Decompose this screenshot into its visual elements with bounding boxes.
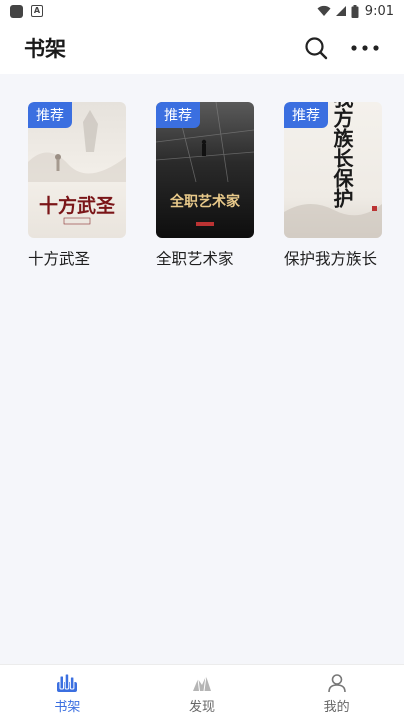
bookshelf-icon [57, 673, 78, 692]
book-title: 全职艺术家 [156, 250, 234, 268]
book-cover[interactable]: 我方族长保护 推荐 [284, 102, 382, 238]
nav-profile[interactable]: 我的 [269, 665, 404, 720]
status-left: A [10, 4, 43, 18]
book-item[interactable]: 十方武圣 推荐 十方武圣 [28, 102, 126, 269]
recommend-tag: 推荐 [156, 102, 200, 128]
battery-icon [351, 4, 359, 18]
book-title: 十方武圣 [28, 250, 91, 268]
header: 书架 [0, 22, 404, 74]
more-icon [351, 45, 379, 51]
status-time: 9:01 [364, 3, 394, 19]
discover-icon [193, 675, 211, 691]
recommend-tag: 推荐 [28, 102, 72, 128]
bookshelf: 十方武圣 推荐 十方武圣 全职艺术家 推荐 全职艺术家 我方族长保护 推荐 保护… [0, 74, 404, 664]
nav-discover[interactable]: 发现 [135, 665, 270, 720]
more-button[interactable] [350, 44, 380, 52]
nav-label: 书架 [54, 699, 81, 715]
cover-text: 全职艺术家 [169, 193, 241, 210]
app-square-icon [10, 4, 23, 18]
wifi-icon [317, 5, 331, 17]
book-cover[interactable]: 全职艺术家 推荐 [156, 102, 254, 238]
nav-label: 发现 [189, 699, 216, 715]
search-icon [305, 37, 328, 60]
signal-icon [335, 5, 347, 17]
status-right: 9:01 [317, 4, 394, 19]
profile-icon [327, 673, 346, 692]
page-title: 书架 [24, 37, 66, 61]
cover-text: 我方族长保护 [330, 102, 354, 209]
recommend-tag: 推荐 [284, 102, 328, 128]
bottom-nav: 书架 发现 我的 [0, 664, 404, 720]
header-actions [304, 36, 380, 60]
nav-label: 我的 [323, 699, 350, 715]
book-item[interactable]: 我方族长保护 推荐 保护我方族长 [284, 102, 382, 269]
nav-bookshelf[interactable]: 书架 [0, 665, 135, 720]
book-item[interactable]: 全职艺术家 推荐 全职艺术家 [156, 102, 254, 269]
book-title: 保护我方族长 [284, 250, 378, 268]
cover-text: 十方武圣 [39, 194, 116, 217]
a-notification-icon: A [31, 5, 43, 17]
book-cover[interactable]: 十方武圣 推荐 [28, 102, 126, 238]
status-bar: A 9:01 [0, 0, 404, 22]
search-button[interactable] [304, 36, 328, 60]
